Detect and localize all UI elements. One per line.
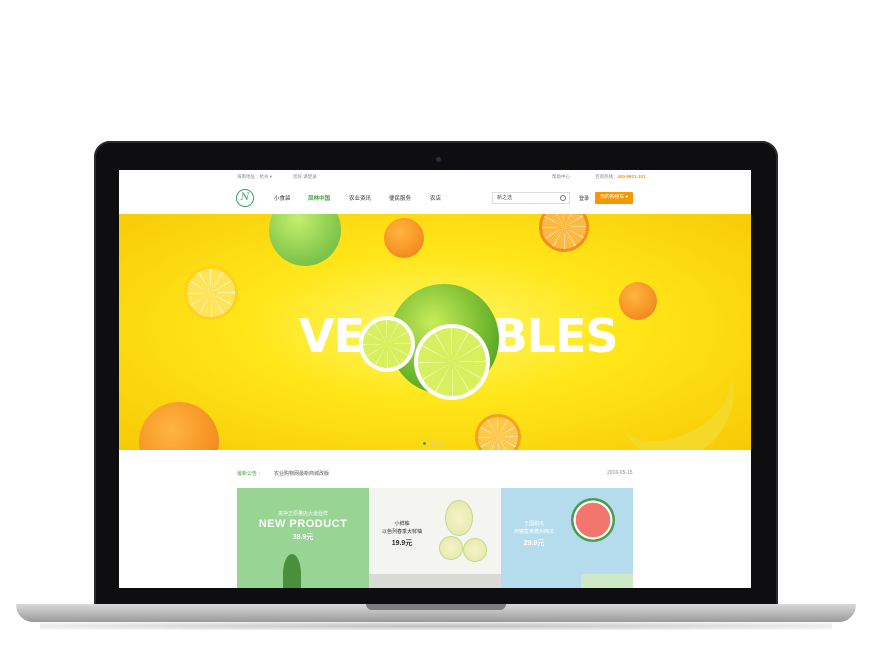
login-button[interactable]: 登录: [579, 195, 589, 202]
main-nav: N 小食袋 凤林中国 农业资讯 便民服务 农店 新之选 登录 我的购物车 ▾: [119, 184, 751, 215]
hotline: 咨询热线：400-9921-101: [595, 174, 646, 180]
product-card-placeholder: [581, 574, 633, 588]
product-subtitle: 小鲜柚: [394, 521, 410, 527]
pomelo-image: [445, 500, 473, 536]
carousel-dot[interactable]: [439, 442, 442, 445]
product-price: 38.9元: [292, 534, 314, 541]
help-center-link[interactable]: 帮助中心: [552, 174, 570, 180]
product-subtitle: 商镜售卖德州西瓜: [513, 529, 554, 535]
webcam-icon: [436, 157, 441, 162]
nav-item-fenglin[interactable]: 凤林中国: [308, 194, 330, 202]
nav-item-news[interactable]: 农业资讯: [349, 194, 371, 202]
lemon-slice-image: [184, 266, 238, 320]
nav-item-store[interactable]: 农店: [430, 194, 441, 202]
laptop-shadow: [40, 622, 832, 630]
orange-slice-image: [475, 414, 521, 450]
laptop-screen: 海南地址：杭州 ▾ 您好,请登录 帮助中心 咨询热线：400-9921-101 …: [119, 170, 751, 588]
login-link[interactable]: 您好,请登录: [293, 174, 317, 180]
hero-banner[interactable]: VEGETABLES: [119, 214, 751, 450]
product-card[interactable]: 来净正原量店大道业样 NEW PRODUCT 38.9元: [237, 488, 369, 588]
product-card[interactable]: 王国甜瓜 商镜售卖德州西瓜 29.9元: [501, 488, 633, 588]
product-title: NEW PRODUCT: [258, 518, 348, 530]
laptop-notch: [366, 604, 506, 610]
search-input[interactable]: 新之选: [492, 192, 570, 204]
location-selector[interactable]: 海南地址：杭州 ▾: [237, 174, 272, 180]
lime-slice-image: [414, 324, 490, 400]
carousel-dot[interactable]: [423, 442, 426, 445]
orange-image: [619, 282, 657, 320]
orange-image: [139, 402, 219, 450]
notice-date: 2016-05-15: [607, 470, 633, 476]
top-bar: 海南地址：杭州 ▾ 您好,请登录 帮助中心 咨询热线：400-9921-101: [119, 170, 751, 184]
product-grid: 来净正原量店大道业样 NEW PRODUCT 38.9元 小鲜柚 以色列春季大鲜…: [119, 488, 751, 588]
product-price: 29.9元: [523, 540, 545, 547]
notice-link[interactable]: 农业购物网最新商城改版: [274, 470, 329, 477]
product-subtitle: 以色列春季大鲜柚: [381, 529, 422, 535]
product-card-placeholder: [369, 574, 501, 588]
pomelo-image: [439, 536, 463, 560]
product-card[interactable]: 小鲜柚 以色列春季大鲜柚 19.9元: [369, 488, 501, 588]
product-subtitle: 来净正原量店大道业样: [277, 511, 328, 517]
watermelon-image: [571, 498, 615, 542]
vegetable-image: [283, 554, 301, 588]
product-price: 19.9元: [391, 540, 413, 547]
orange-image: [384, 218, 424, 258]
product-subtitle: 王国甜瓜: [523, 521, 544, 527]
carousel-dot[interactable]: [431, 442, 434, 445]
banana-image: [615, 365, 751, 450]
cart-button[interactable]: 我的购物车 ▾: [595, 192, 633, 204]
notice-bar: 最新公告 ： 农业购物网最新商城改版 2016-05-15: [119, 466, 751, 480]
search-value: 新之选: [497, 195, 513, 201]
orange-slice-image: [539, 214, 589, 252]
nav-item-services[interactable]: 便民服务: [389, 194, 411, 202]
lime-slice-image: [359, 316, 415, 372]
logo-icon[interactable]: N: [236, 189, 254, 207]
pomelo-image: [463, 538, 487, 562]
search-icon[interactable]: [560, 195, 566, 201]
hotline-number: 400-9921-101: [617, 174, 646, 179]
nav-item-xiaoshidai[interactable]: 小食袋: [274, 194, 291, 202]
notice-label: 最新公告 ：: [237, 471, 264, 477]
green-apple-image: [269, 214, 341, 266]
hotline-label: 咨询热线：: [595, 174, 618, 179]
